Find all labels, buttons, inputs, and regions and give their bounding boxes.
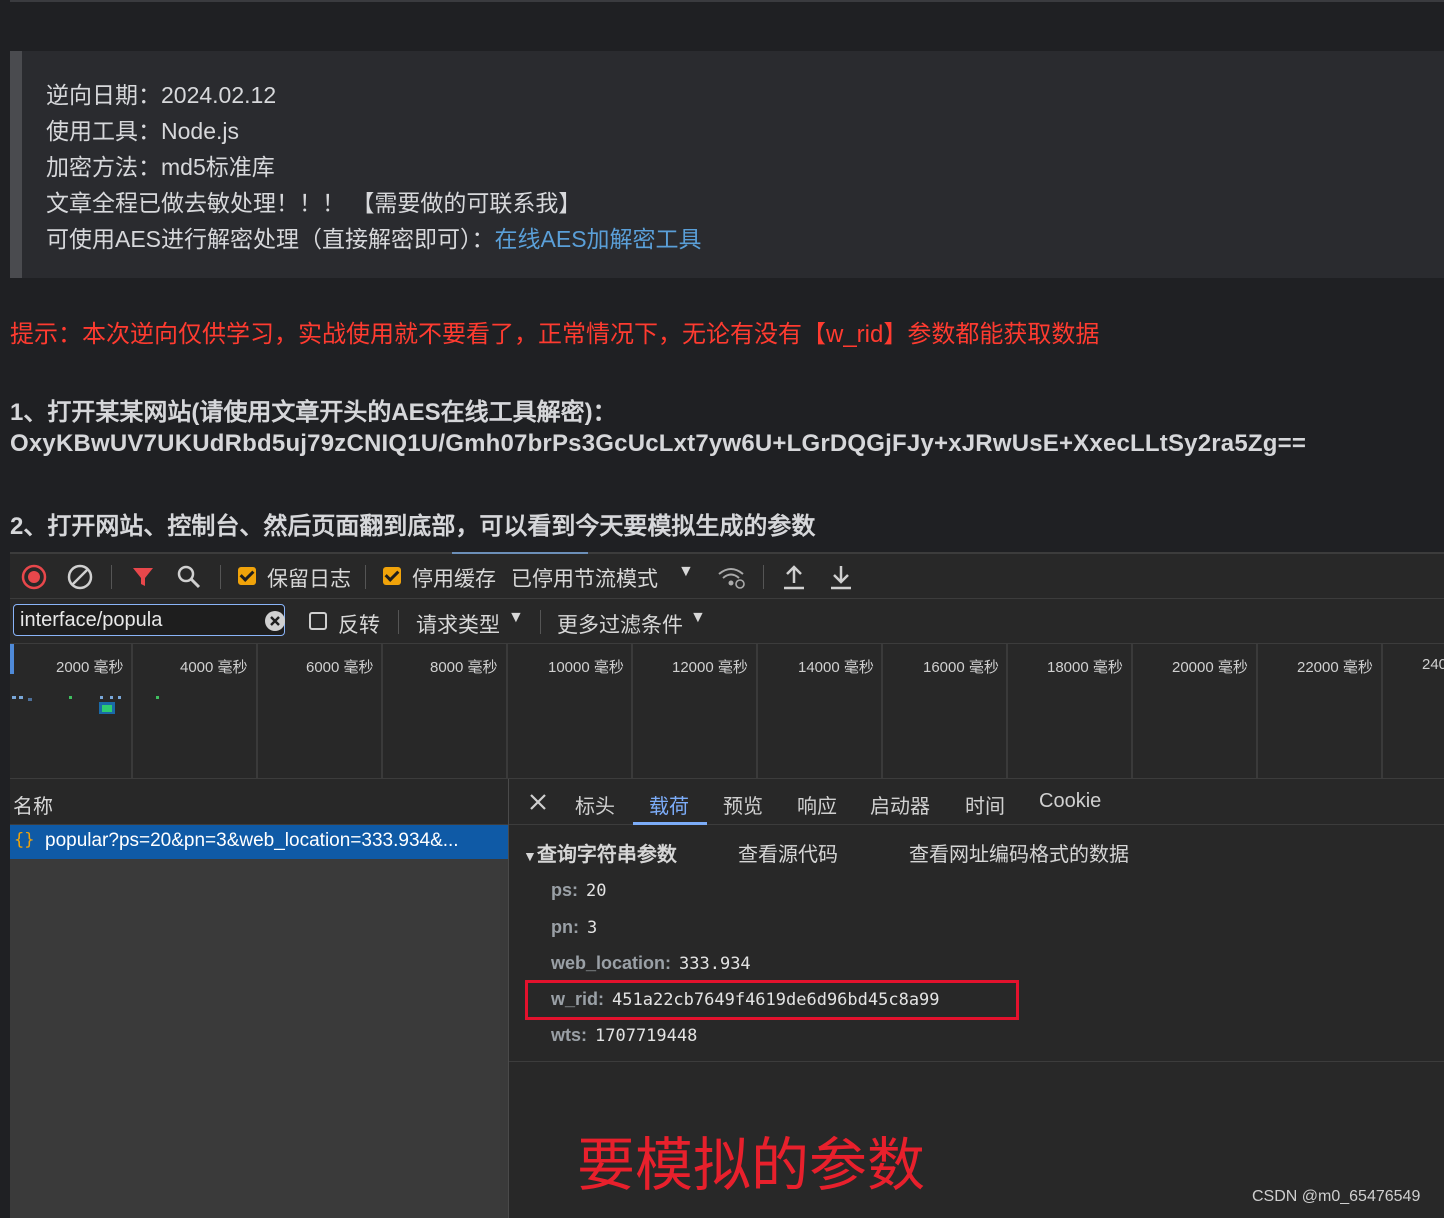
toolbar-separator <box>111 565 112 589</box>
timeline-label: 14000 毫秒 <box>798 659 874 676</box>
toolbar-separator <box>763 565 764 589</box>
tab-preview[interactable]: 预览 <box>723 790 763 819</box>
param-value: 20 <box>586 881 607 901</box>
network-conditions-icon[interactable] <box>716 564 746 590</box>
request-row[interactable]: {} popular?ps=20&pn=3&web_location=333.9… <box>10 825 508 859</box>
param-web-location: web_location: 333.934 <box>551 953 751 974</box>
param-ps: ps: 20 <box>551 880 606 901</box>
timeline-label: 2000 毫秒 <box>56 659 124 676</box>
detail-tabs: 标头 载荷 预览 响应 启动器 时间 Cookie <box>509 779 1444 825</box>
invert-label: 反转 <box>338 614 380 637</box>
param-value: 1707719448 <box>595 1026 698 1046</box>
disable-cache-label: 停用缓存 <box>412 568 496 591</box>
param-value: 333.934 <box>679 954 751 974</box>
import-har-icon[interactable] <box>781 563 807 591</box>
tab-headers[interactable]: 标头 <box>575 790 615 819</box>
request-name: popular?ps=20&pn=3&web_location=333.934&… <box>45 830 459 851</box>
timeline-label: 8000 毫秒 <box>430 659 498 676</box>
filter-icon[interactable] <box>130 564 156 590</box>
step-2-heading: 2、打开网站、控制台、然后页面翻到底部，可以看到今天要模拟生成的参数 <box>10 513 816 540</box>
toolbar-separator <box>220 565 221 589</box>
timeline-label: 240 <box>1422 656 1444 673</box>
name-column-header[interactable]: 名称 <box>13 790 53 819</box>
request-type-arrow-icon[interactable]: ▼ <box>508 609 524 627</box>
param-value: 3 <box>586 918 598 938</box>
tab-response[interactable]: 响应 <box>797 790 837 819</box>
step-1-heading: 1、打开某某网站(请使用文章开头的AES在线工具解密)： <box>10 399 617 426</box>
param-key: ps: <box>551 880 578 900</box>
quote-line-aes: 可使用AES进行解密处理（直接解密即可）：在线AES加解密工具 <box>46 221 1444 257</box>
request-type-dropdown[interactable]: 请求类型 <box>416 609 500 639</box>
query-params-toggle[interactable]: ▼查询字符串参数 <box>523 838 677 867</box>
search-icon[interactable] <box>176 564 202 590</box>
more-filters-arrow-icon[interactable]: ▼ <box>690 609 706 627</box>
filter-bar: 反转 请求类型 ▼ 更多过滤条件 ▼ <box>10 599 1444 644</box>
tip-text: 提示：本次逆向仅供学习，实战使用就不要看了，正常情况下，无论有没有【w_rid】… <box>10 321 1100 348</box>
quote-line-date: 逆向日期：2024.02.12 <box>46 82 277 108</box>
timeline-label: 20000 毫秒 <box>1172 659 1248 676</box>
timeline-label: 16000 毫秒 <box>923 659 999 676</box>
more-filters-dropdown[interactable]: 更多过滤条件 <box>557 609 683 639</box>
timeline-selection-handle[interactable] <box>10 644 14 674</box>
quote-line-tool: 使用工具：Node.js <box>46 118 239 144</box>
timeline-label: 18000 毫秒 <box>1047 659 1123 676</box>
timeline-label: 4000 毫秒 <box>180 659 248 676</box>
query-params-title: 查询字符串参数 <box>536 844 677 866</box>
view-url-encoded-link[interactable]: 查看网址编码格式的数据 <box>909 838 1129 867</box>
throttling-select[interactable]: 已停用节流模式 <box>511 563 658 593</box>
top-divider <box>10 0 1444 2</box>
quote-line-method: 加密方法：md5标准库 <box>46 154 275 180</box>
xhr-json-icon: {} <box>14 830 35 850</box>
network-overview-timeline[interactable]: 2000 毫秒 4000 毫秒 6000 毫秒 8000 毫秒 10000 毫秒… <box>10 644 1444 779</box>
invert-checkbox[interactable] <box>309 612 327 630</box>
annotation-text: 要模拟的参数 <box>577 1131 926 1199</box>
tab-cookies[interactable]: Cookie <box>1039 790 1101 813</box>
watermark: CSDN @m0_65476549 <box>1252 1188 1421 1205</box>
filter-separator <box>540 610 541 634</box>
param-key: web_location: <box>551 953 672 973</box>
request-list: 名称 {} popular?ps=20&pn=3&web_location=33… <box>10 779 509 1218</box>
close-detail-icon[interactable] <box>528 792 548 812</box>
preserve-log-label: 保留日志 <box>267 568 351 591</box>
aes-tool-link[interactable]: 在线AES加解密工具 <box>495 226 702 252</box>
timeline-request-marks <box>12 696 159 714</box>
disable-cache-checkbox[interactable] <box>383 567 401 585</box>
stop-recording-icon[interactable] <box>20 563 48 591</box>
param-pn: pn: 3 <box>551 917 597 938</box>
network-toolbar: 保留日志 停用缓存 已停用节流模式 ▼ <box>10 554 1444 599</box>
timeline-label: 12000 毫秒 <box>672 659 748 676</box>
param-key: wts: <box>551 1025 587 1045</box>
view-source-link[interactable]: 查看源代码 <box>738 838 838 867</box>
collapse-triangle-icon: ▼ <box>523 848 537 864</box>
clear-filter-icon[interactable] <box>264 610 286 632</box>
cipher-text: OxyKBwUV7UKUdRbd5uj79zCNIQ1U/Gmh07brPs3G… <box>10 430 1307 457</box>
tab-payload[interactable]: 载荷 <box>649 790 689 819</box>
request-list-header: 名称 <box>10 779 508 825</box>
toolbar-separator <box>365 565 366 589</box>
quote-line-notice: 文章全程已做去敏处理！！！ 【需要做的可联系我】 <box>46 190 582 216</box>
timeline-label: 22000 毫秒 <box>1297 659 1373 676</box>
filter-input[interactable] <box>13 604 285 636</box>
timeline-label: 6000 毫秒 <box>306 659 374 676</box>
payload-section: ▼查询字符串参数 查看源代码 查看网址编码格式的数据 ps: 20 pn: 3 we… <box>509 825 1444 1062</box>
tab-timing[interactable]: 时间 <box>965 790 1005 819</box>
clear-icon[interactable] <box>66 563 94 591</box>
w-rid-highlight-box <box>525 980 1019 1020</box>
param-key: pn: <box>551 917 579 937</box>
filter-separator <box>398 610 399 634</box>
tab-initiator[interactable]: 启动器 <box>870 790 930 819</box>
param-wts: wts: 1707719448 <box>551 1025 697 1046</box>
timeline-label: 10000 毫秒 <box>548 659 624 676</box>
throttle-dropdown-arrow-icon[interactable]: ▼ <box>678 563 694 581</box>
preserve-log-checkbox[interactable] <box>238 567 256 585</box>
export-har-icon[interactable] <box>828 563 854 591</box>
info-blockquote: 逆向日期：2024.02.12 使用工具：Node.js 加密方法：md5标准库… <box>10 51 1444 278</box>
quote-aes-prefix: 可使用AES进行解密处理（直接解密即可）： <box>46 226 495 252</box>
